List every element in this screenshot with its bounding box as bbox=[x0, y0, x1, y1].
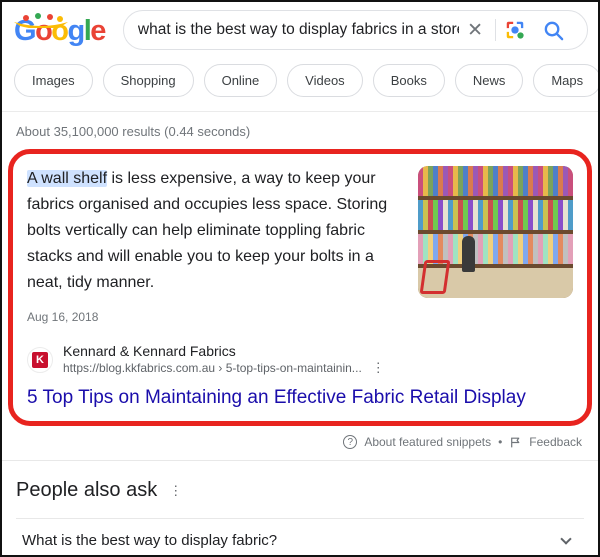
people-also-ask-header: People also ask ⋮ bbox=[16, 479, 584, 502]
snippet-body: is less expensive, a way to keep your fa… bbox=[27, 170, 388, 291]
search-input[interactable] bbox=[137, 21, 460, 39]
people-also-ask-title: People also ask bbox=[16, 479, 158, 502]
google-search-results-page: Google ✕ bbox=[0, 0, 600, 557]
snippet-date: Aug 16, 2018 bbox=[27, 310, 99, 324]
fabric-shelf-row bbox=[418, 200, 573, 230]
red-cart bbox=[419, 260, 451, 294]
google-logo[interactable]: Google bbox=[12, 12, 111, 47]
person-figure bbox=[462, 236, 475, 272]
more-options-icon[interactable]: ⋮ bbox=[370, 360, 387, 377]
header: Google ✕ bbox=[2, 2, 598, 56]
tab-online[interactable]: Online bbox=[203, 64, 278, 97]
snippet-footer: ? About featured snippets • Feedback bbox=[2, 426, 598, 456]
tab-videos[interactable]: Videos bbox=[287, 64, 363, 97]
site-favicon: K bbox=[27, 346, 53, 373]
search-icon[interactable] bbox=[534, 19, 573, 42]
source-url: https://blog.kkfabrics.com.au › 5-top-ti… bbox=[63, 360, 387, 377]
logo-letter: o bbox=[51, 14, 69, 47]
search-box: ✕ bbox=[122, 10, 588, 50]
source-name: Kennard & Kennard Fabrics bbox=[63, 343, 236, 359]
chevron-down-icon[interactable] bbox=[560, 532, 572, 545]
about-featured-snippets-link[interactable]: About featured snippets bbox=[364, 435, 491, 449]
logo-letter: o bbox=[35, 14, 53, 47]
snippet-thumbnail-image[interactable] bbox=[418, 166, 573, 298]
dot-separator: • bbox=[498, 435, 503, 450]
result-title-link[interactable]: 5 Top Tips on Maintaining an Effective F… bbox=[27, 387, 573, 409]
snippet-highlight: A wall shelf bbox=[27, 170, 108, 187]
logo-letter: e bbox=[90, 14, 106, 47]
tab-images[interactable]: Images bbox=[14, 64, 93, 97]
lens-icon[interactable] bbox=[496, 19, 534, 41]
people-also-ask-section: People also ask ⋮ What is the best way t… bbox=[2, 461, 598, 555]
tab-shopping[interactable]: Shopping bbox=[102, 64, 194, 97]
featured-snippet: A wall shelf is less expensive, a way to… bbox=[27, 166, 573, 330]
kennard-favicon-icon: K bbox=[32, 351, 48, 368]
paa-question-text: What is the best way to display fabric? bbox=[22, 532, 278, 550]
flag-icon bbox=[511, 437, 520, 447]
source-info: Kennard & Kennard Fabrics https://blog.k… bbox=[63, 342, 387, 377]
tab-books[interactable]: Books bbox=[372, 64, 445, 97]
fabric-shelf-row bbox=[418, 166, 573, 196]
result-source[interactable]: K Kennard & Kennard Fabrics https://blog… bbox=[27, 342, 573, 377]
google-logo-text: Google bbox=[14, 14, 106, 47]
paa-question-row[interactable]: What is the best way to display fabric? bbox=[16, 518, 584, 555]
tab-news[interactable]: News bbox=[454, 64, 524, 97]
logo-letter: G bbox=[14, 14, 37, 47]
filter-tabs: Images Shopping Online Videos Books News… bbox=[2, 56, 598, 112]
logo-letter: g bbox=[67, 14, 86, 47]
help-icon[interactable]: ? bbox=[343, 435, 358, 450]
result-stats: About 35,100,000 results (0.44 seconds) bbox=[16, 124, 251, 139]
snippet-text: A wall shelf is less expensive, a way to… bbox=[27, 166, 404, 330]
featured-snippet-annotation: A wall shelf is less expensive, a way to… bbox=[8, 149, 592, 427]
clear-icon[interactable]: ✕ bbox=[459, 21, 495, 40]
snippet-feedback-link[interactable]: Feedback bbox=[529, 435, 582, 449]
paa-menu-icon[interactable]: ⋮ bbox=[169, 483, 182, 499]
tab-maps[interactable]: Maps bbox=[533, 64, 598, 97]
source-url-text: https://blog.kkfabrics.com.au › 5-top-ti… bbox=[63, 360, 362, 375]
